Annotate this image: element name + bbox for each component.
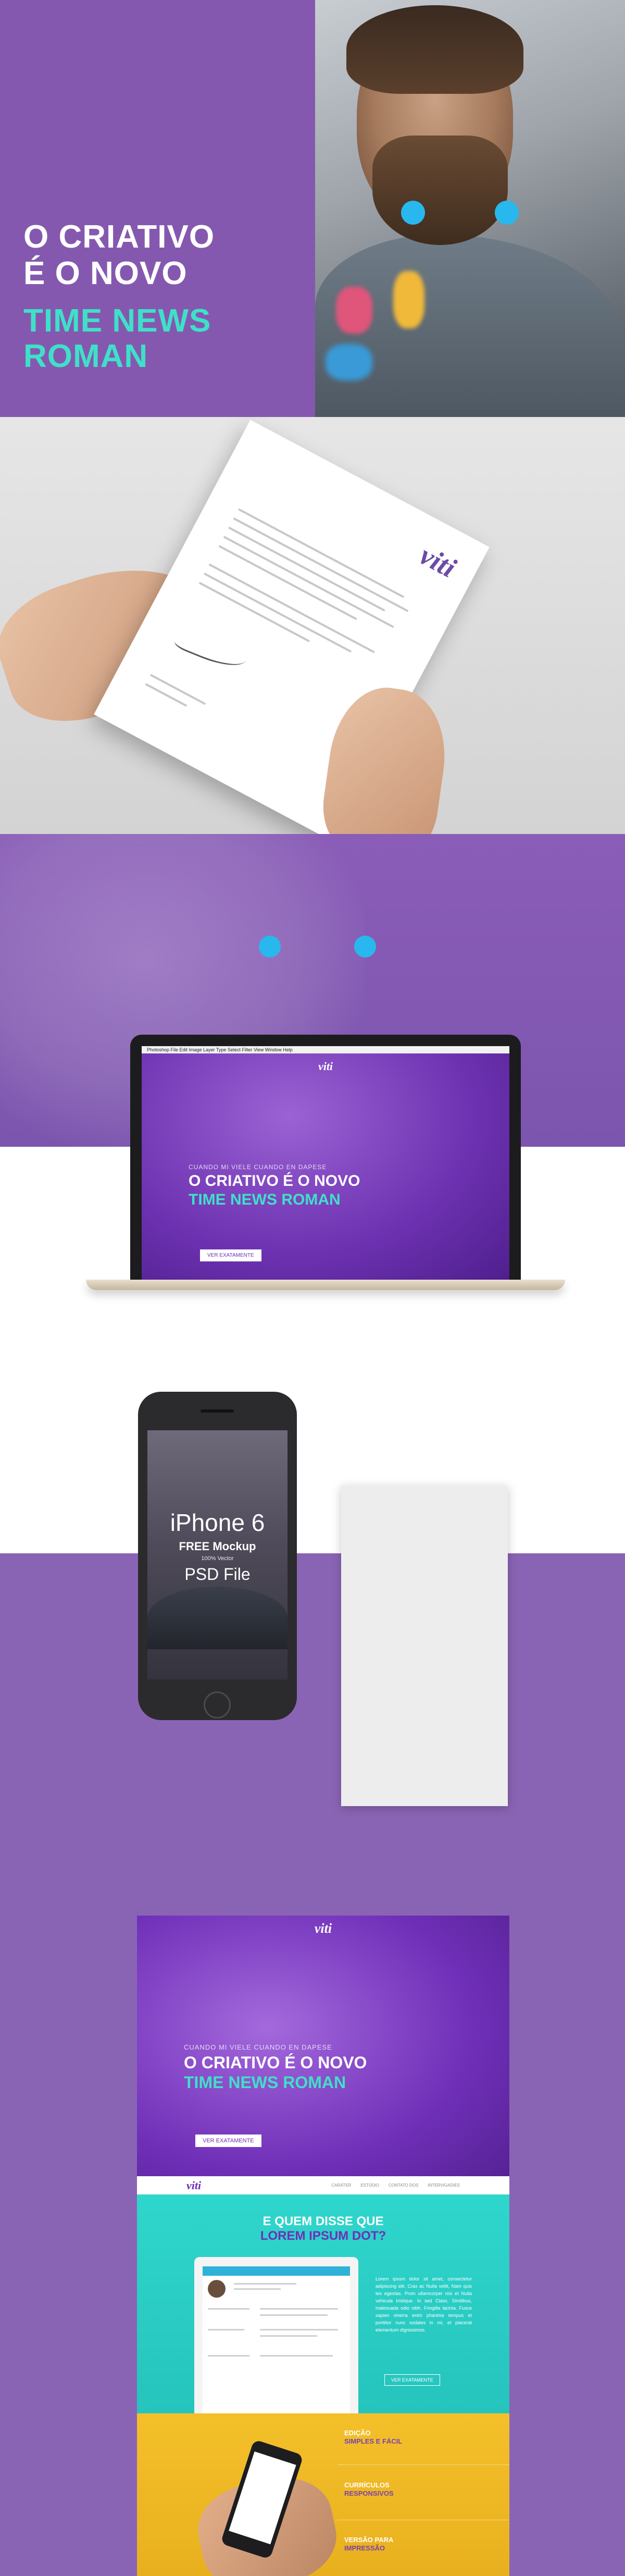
nav-links: CARÁTER ESTÚDIO CONTATO DOS INTERVIGADIE… bbox=[331, 2183, 460, 2188]
text-line bbox=[234, 2283, 296, 2285]
purple-band bbox=[0, 1553, 625, 1850]
blue-dot-icon bbox=[495, 201, 519, 225]
text-line bbox=[238, 508, 405, 598]
iphone-title: iPhone 6 bbox=[170, 1509, 265, 1536]
feature-1-label: EDIÇÃO bbox=[344, 2429, 371, 2437]
website-mockup: viti CUANDO MI VIELE CUANDO EN DAPESE O … bbox=[137, 1916, 509, 2576]
site-navbar: viti CARÁTER ESTÚDIO CONTATO DOS INTERVI… bbox=[137, 2176, 509, 2194]
iphone-file-label: PSD File bbox=[184, 1565, 251, 1584]
laptop-section: Photoshop File Edit Image Layer Type Sel… bbox=[0, 834, 625, 1355]
blank-paper-card bbox=[341, 1486, 508, 1806]
blue-dot-icon bbox=[401, 201, 425, 225]
monitor-mockup bbox=[194, 2257, 358, 2413]
text-line bbox=[260, 2314, 328, 2316]
website-section: viti CUANDO MI VIELE CUANDO EN DAPESE O … bbox=[0, 1850, 625, 2576]
text-line bbox=[233, 517, 409, 612]
avatar bbox=[208, 2280, 226, 2298]
feature-2-label: CURRÍCULOS bbox=[344, 2481, 390, 2489]
blue-dot-icon bbox=[354, 936, 376, 958]
iphone-screen: iPhone 6 FREE Mockup 100% Vector PSD Fil… bbox=[147, 1430, 288, 1679]
site-yellow-section: EDIÇÃO SIMPLES E FÁCIL CURRÍCULOS RESPON… bbox=[137, 2413, 509, 2576]
text-line bbox=[208, 2329, 244, 2330]
teal-cta-button[interactable]: VER EXATAMENTE bbox=[384, 2374, 440, 2386]
site-teal-section: E QUEM DISSE QUE LOREM IPSUM DOT? Lorem … bbox=[137, 2194, 509, 2413]
hero-line-2: É O NOVO bbox=[23, 255, 188, 291]
iphone-caption: 100% Vector bbox=[201, 1555, 234, 1562]
text-line bbox=[198, 582, 310, 643]
photo-blur-yellow bbox=[393, 271, 424, 328]
iphone-subtitle: FREE Mockup bbox=[179, 1540, 256, 1553]
iphone-mockup: iPhone 6 FREE Mockup 100% Vector PSD Fil… bbox=[138, 1392, 297, 1720]
text-line bbox=[203, 572, 352, 653]
laptop-hero-title: O CRIATIVO É O NOVO bbox=[189, 1172, 360, 1189]
home-button-icon bbox=[204, 1691, 231, 1719]
site-hero-kicker: CUANDO MI VIELE CUANDO EN DAPESE bbox=[184, 2043, 332, 2051]
resume-header bbox=[203, 2266, 350, 2276]
mountain-image bbox=[147, 1587, 288, 1649]
site-hero-title: O CRIATIVO É O NOVO bbox=[184, 2053, 367, 2072]
text-line bbox=[218, 545, 357, 620]
mac-menubar: Photoshop File Edit Image Layer Type Sel… bbox=[142, 1046, 509, 1053]
laptop-cta-button[interactable]: VER EXATAMENTE bbox=[200, 1249, 261, 1261]
photo-blur-blue bbox=[326, 344, 372, 381]
teal-paragraph: Lorem ipsum dolor sit amet, consectetur … bbox=[376, 2276, 472, 2333]
phone-section: iPhone 6 FREE Mockup 100% Vector PSD Fil… bbox=[0, 1355, 625, 1850]
text-line bbox=[260, 2355, 333, 2357]
nav-link[interactable]: ESTÚDIO bbox=[360, 2183, 379, 2188]
nav-link[interactable]: CONTATO DOS bbox=[389, 2183, 418, 2188]
hero-photo bbox=[315, 0, 625, 417]
speaker-grille bbox=[201, 1409, 234, 1413]
site-logo[interactable]: viti bbox=[137, 1916, 509, 1936]
teal-heading-2: LOREM IPSUM DOT? bbox=[260, 2229, 386, 2243]
nav-link[interactable]: CARÁTER bbox=[331, 2183, 351, 2188]
photo-hair bbox=[346, 5, 523, 94]
text-line bbox=[208, 2355, 249, 2357]
feature-2-value: RESPONSIVOS bbox=[344, 2489, 394, 2497]
text-line bbox=[208, 2308, 249, 2310]
photo-beard bbox=[372, 136, 508, 245]
hero-line-3: TIME NEWS bbox=[23, 303, 211, 339]
site-cta-button[interactable]: VER EXATAMENTE bbox=[195, 2135, 261, 2147]
text-line bbox=[223, 535, 395, 629]
teal-heading-1: E QUEM DISSE QUE bbox=[262, 2214, 384, 2228]
text-line bbox=[260, 2329, 338, 2330]
feature-3-value: IMPRESSÃO bbox=[344, 2544, 385, 2552]
feature-3-label: VERSÃO PARA bbox=[344, 2536, 394, 2544]
letter-section: viti bbox=[0, 417, 625, 834]
feature-divider bbox=[338, 2464, 509, 2465]
photo-blur-pink bbox=[336, 287, 372, 334]
site-hero: viti CUANDO MI VIELE CUANDO EN DAPESE O … bbox=[137, 1916, 509, 2194]
laptop-mockup: Photoshop File Edit Image Layer Type Sel… bbox=[130, 1035, 521, 1280]
laptop-hero-kicker: CUANDO MI VIELE CUANDO EN DAPESE bbox=[189, 1163, 327, 1171]
blue-dot-icon bbox=[259, 936, 281, 958]
laptop-base bbox=[86, 1280, 565, 1290]
text-line bbox=[234, 2288, 281, 2290]
laptop-screen: Photoshop File Edit Image Layer Type Sel… bbox=[142, 1046, 509, 1280]
nav-logo[interactable]: viti bbox=[186, 2179, 201, 2192]
nav-link[interactable]: INTERVIGADIES bbox=[428, 2183, 460, 2188]
text-line bbox=[260, 2335, 317, 2337]
text-line bbox=[145, 683, 188, 707]
letterhead-logo: viti bbox=[415, 539, 461, 584]
hero-line-1: O CRIATIVO bbox=[23, 219, 215, 255]
hero-headline: O CRIATIVO É O NOVO TIME NEWS ROMAN bbox=[23, 219, 215, 374]
feature-1-value: SIMPLES E FÁCIL bbox=[344, 2437, 403, 2445]
monitor-screen bbox=[203, 2266, 350, 2413]
text-line bbox=[208, 563, 376, 654]
laptop-hero-subtitle: TIME NEWS ROMAN bbox=[189, 1191, 341, 1208]
laptop-site-logo: viti bbox=[318, 1060, 333, 1073]
signature-image bbox=[173, 624, 250, 674]
hero-section: O CRIATIVO É O NOVO TIME NEWS ROMAN bbox=[0, 0, 625, 417]
site-hero-subtitle: TIME NEWS ROMAN bbox=[184, 2073, 346, 2092]
hero-line-4: ROMAN bbox=[23, 338, 148, 374]
text-line bbox=[260, 2308, 338, 2310]
